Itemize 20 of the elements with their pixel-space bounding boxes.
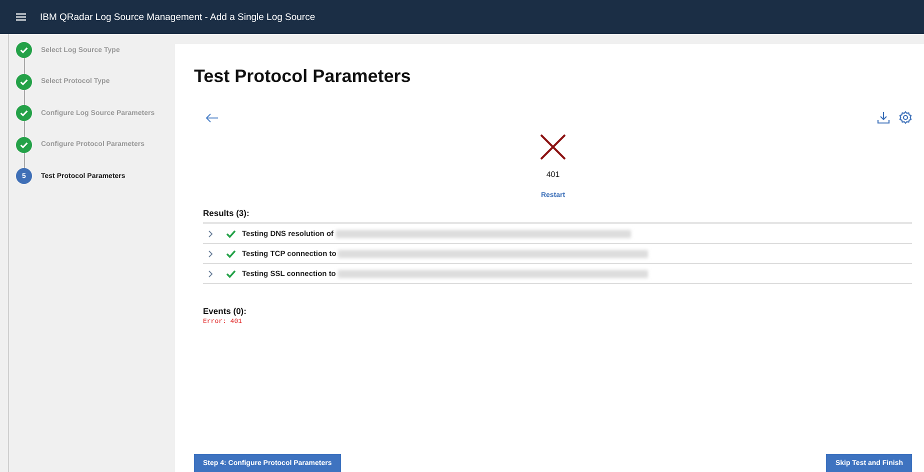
- settings-icon[interactable]: [899, 111, 912, 124]
- step-complete-icon: [16, 74, 32, 90]
- chevron-icon[interactable]: [208, 270, 213, 278]
- check-icon: [226, 270, 236, 278]
- check-icon: [226, 230, 236, 238]
- page-title: Test Protocol Parameters: [194, 66, 412, 87]
- error-x-icon: [540, 134, 566, 160]
- step-complete-icon: [16, 105, 32, 121]
- menu-icon[interactable]: [16, 13, 26, 21]
- chevron-icon[interactable]: [208, 250, 213, 258]
- back-arrow-icon[interactable]: [205, 112, 219, 122]
- step-complete-icon: [16, 42, 32, 58]
- status-code: 401: [546, 170, 560, 179]
- step-complete-icon: [16, 136, 32, 152]
- window-title: IBM QRadar Log Source Management - Add a Single Log Source: [40, 12, 316, 22]
- chevron-icon[interactable]: [208, 230, 213, 238]
- download-icon[interactable]: [877, 111, 890, 124]
- events-heading: Events (0):: [203, 306, 248, 316]
- results-heading: Results (3):: [203, 208, 250, 218]
- check-icon: [226, 250, 236, 258]
